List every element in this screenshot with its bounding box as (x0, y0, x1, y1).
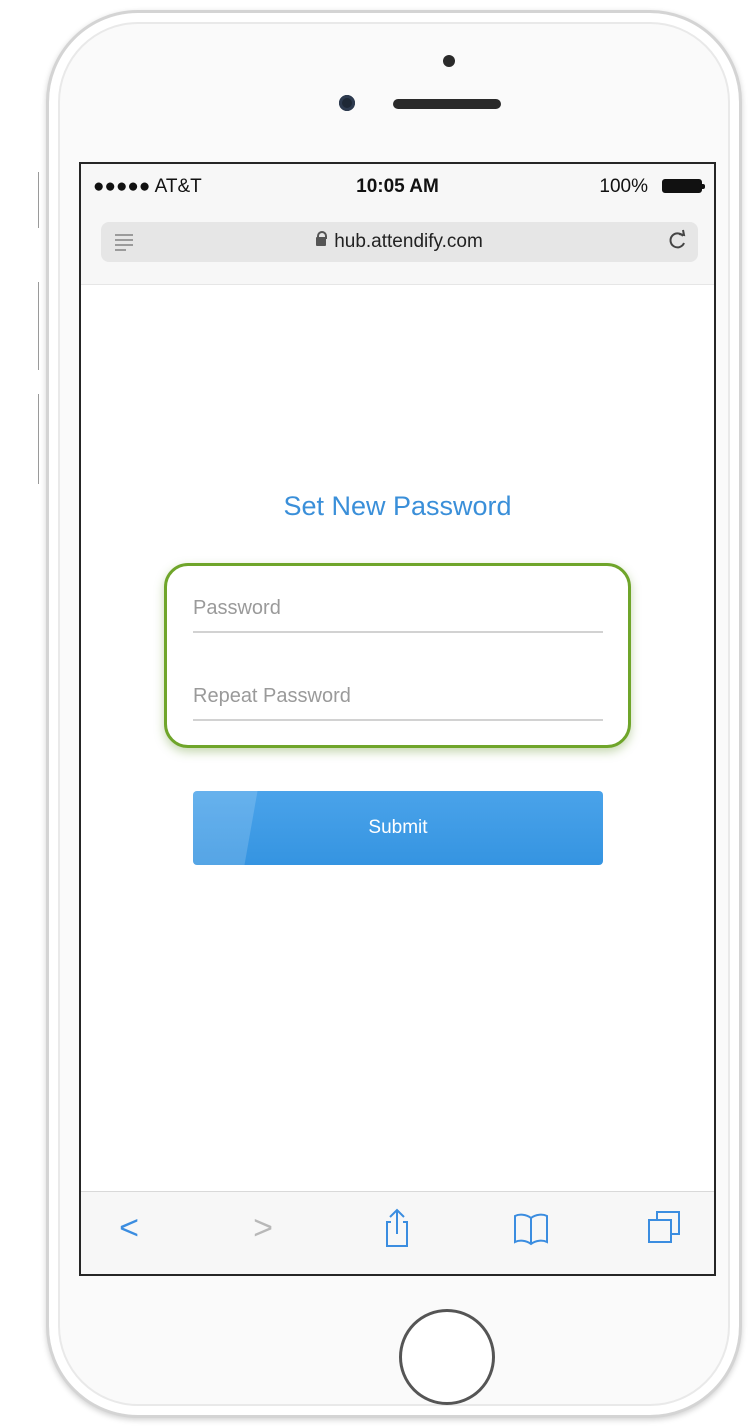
form-title: Set New Password (283, 491, 512, 521)
submit-label: Submit (368, 817, 428, 838)
forward-button[interactable]: > (241, 1206, 285, 1250)
home-button[interactable] (399, 1309, 495, 1405)
battery-icon (662, 179, 705, 193)
status-bar: ●●●●● AT&T 10:05 AM 100% (81, 164, 714, 208)
repeat-password-field (193, 673, 603, 721)
front-sensor (443, 55, 455, 67)
lock-icon (316, 231, 328, 246)
address-bar[interactable]: hub.attendify.com (101, 222, 698, 262)
bookmarks-icon[interactable] (509, 1206, 553, 1250)
tabs-icon[interactable] (643, 1206, 687, 1250)
back-button[interactable]: < (107, 1206, 151, 1250)
edge-mark (38, 172, 45, 228)
url-display[interactable]: hub.attendify.com (101, 231, 698, 253)
repeat-password-input[interactable] (193, 673, 603, 719)
url-text: hub.attendify.com (334, 231, 483, 252)
edge-mark (38, 394, 45, 484)
browser-toolbar: < > (81, 1191, 714, 1274)
button-sheen (193, 791, 258, 865)
password-input[interactable] (193, 585, 603, 631)
submit-button[interactable]: Submit (193, 791, 603, 865)
battery-percentage: 100% (599, 176, 648, 197)
reload-icon[interactable] (668, 229, 688, 257)
front-camera (339, 95, 355, 111)
earpiece-speaker (393, 99, 501, 109)
page-content: Set New Password Submit (81, 285, 714, 1193)
phone-screen: ●●●●● AT&T 10:05 AM 100% hub.attendify.c… (79, 162, 716, 1276)
share-icon[interactable] (375, 1206, 419, 1250)
edge-mark (38, 282, 45, 370)
password-field (193, 585, 603, 633)
browser-address-area: hub.attendify.com (81, 208, 714, 285)
